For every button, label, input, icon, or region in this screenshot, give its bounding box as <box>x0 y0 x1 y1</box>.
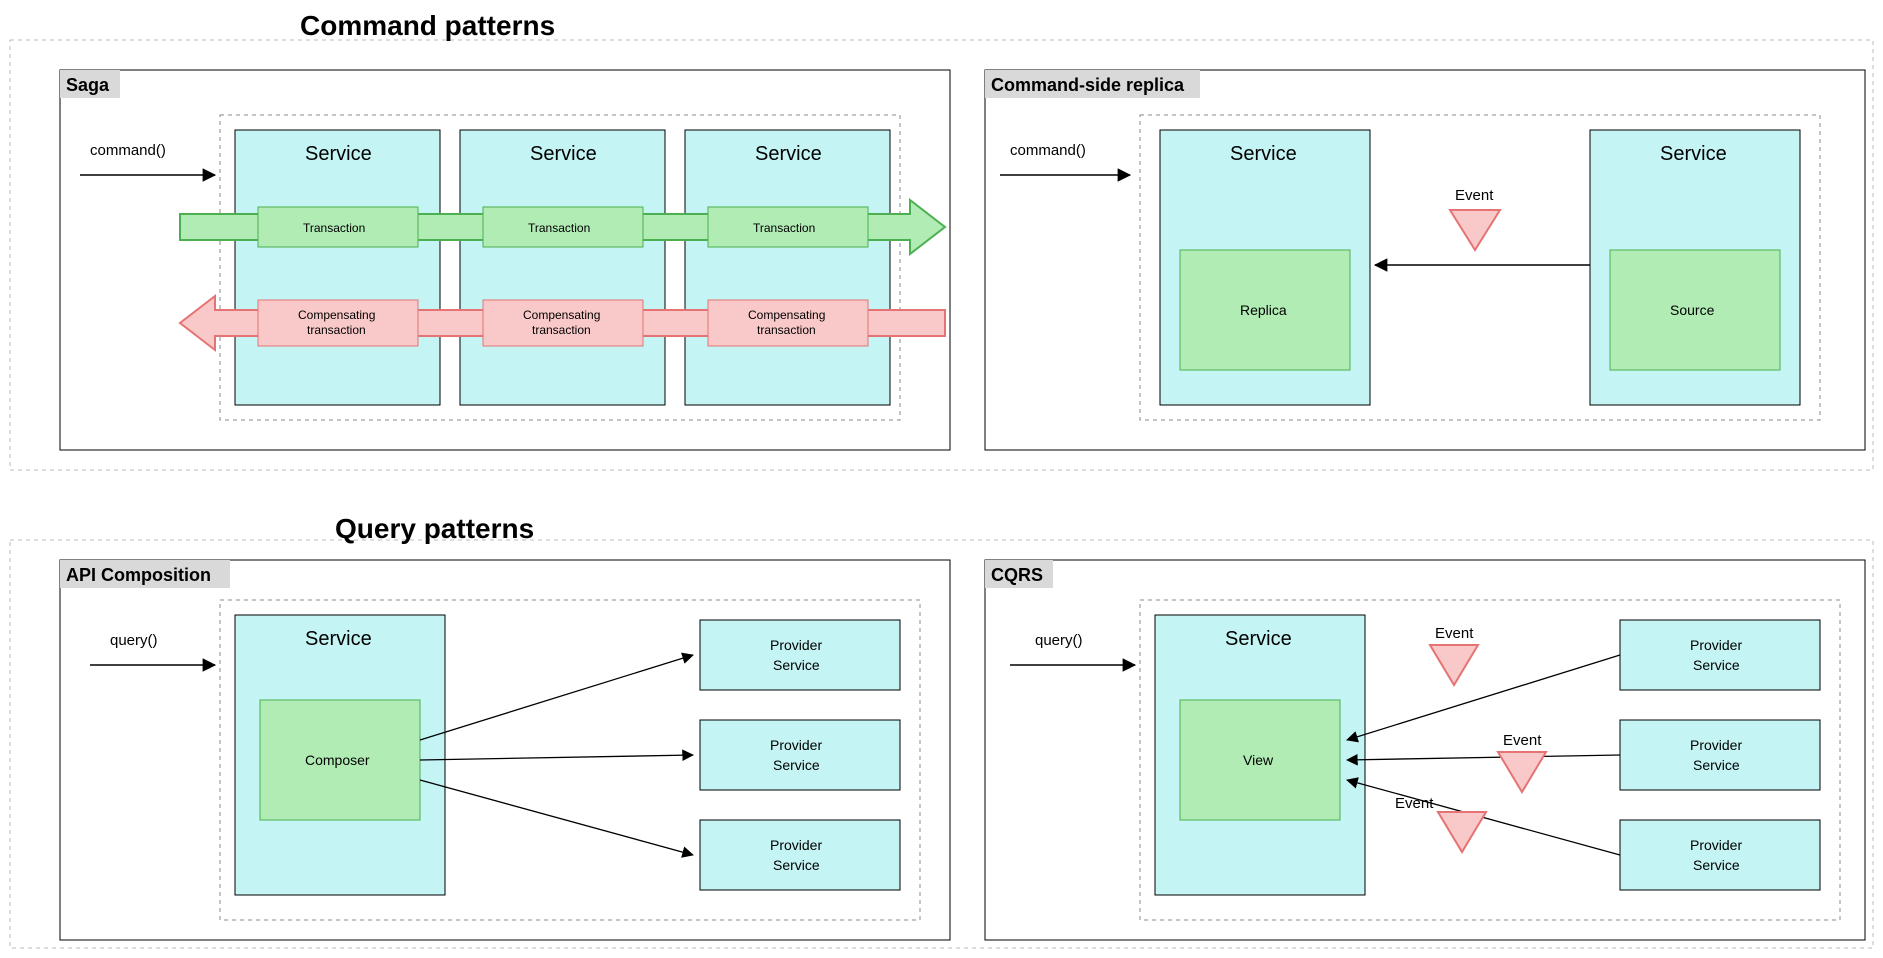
query-patterns-region: Query patterns API Composition query() S… <box>10 513 1873 948</box>
svg-text:Source: Source <box>1670 302 1715 318</box>
csr-service-right: Service Source <box>1590 130 1800 405</box>
saga-transaction-2: Transaction <box>483 207 643 247</box>
svg-text:Provider: Provider <box>770 737 822 753</box>
svg-text:Service: Service <box>755 143 822 165</box>
svg-text:Provider: Provider <box>1690 637 1742 653</box>
svg-text:Provider: Provider <box>770 637 822 653</box>
svg-text:Transaction: Transaction <box>303 221 365 235</box>
svg-text:Service: Service <box>773 757 820 773</box>
svg-text:Service: Service <box>1693 657 1740 673</box>
svg-text:Composer: Composer <box>305 752 370 768</box>
saga-service-1: Service <box>235 130 440 405</box>
svg-text:Replica: Replica <box>1240 302 1287 318</box>
svg-text:Compensating: Compensating <box>298 308 375 322</box>
svg-text:Service: Service <box>773 857 820 873</box>
csr-service-left: Service Replica <box>1160 130 1370 405</box>
cqrs-event-label-3: Event <box>1395 795 1434 812</box>
svg-text:Service: Service <box>1693 757 1740 773</box>
saga-panel: Saga command() Service Service Service <box>60 70 950 450</box>
cqrs-event-label-2: Event <box>1503 732 1542 749</box>
csr-event-label: Event <box>1455 187 1494 204</box>
svg-text:Service: Service <box>530 143 597 165</box>
saga-command-label: command() <box>90 142 166 159</box>
svg-text:Compensating: Compensating <box>523 308 600 322</box>
svg-text:Service: Service <box>1225 628 1292 650</box>
cqrs-provider-3: Provider Service <box>1620 820 1820 890</box>
svg-text:Transaction: Transaction <box>753 221 815 235</box>
saga-compensating-2: Compensating transaction <box>483 300 643 346</box>
csr-panel: Command-side replica command() Service R… <box>985 70 1865 450</box>
svg-text:Service: Service <box>1693 857 1740 873</box>
query-patterns-title: Query patterns <box>335 513 534 544</box>
svg-text:Compensating: Compensating <box>748 308 825 322</box>
svg-text:Provider: Provider <box>770 837 822 853</box>
svg-text:Service: Service <box>305 628 372 650</box>
saga-transaction-3: Transaction <box>708 207 868 247</box>
apicomp-label: API Composition <box>66 565 211 585</box>
cqrs-event-label-1: Event <box>1435 625 1474 642</box>
cqrs-panel: CQRS query() Service View Provider Servi… <box>985 560 1865 940</box>
saga-service-3: Service <box>685 130 890 405</box>
apicomp-query-label: query() <box>110 632 158 649</box>
command-patterns-title: Command patterns <box>300 10 555 41</box>
apicomp-service: Service Composer <box>235 615 445 895</box>
svg-text:Service: Service <box>773 657 820 673</box>
cqrs-provider-1: Provider Service <box>1620 620 1820 690</box>
apicomp-provider-2: Provider Service <box>700 720 900 790</box>
saga-compensating-3: Compensating transaction <box>708 300 868 346</box>
apicomp-panel: API Composition query() Service Composer… <box>60 560 950 940</box>
csr-label: Command-side replica <box>991 75 1185 95</box>
svg-text:transaction: transaction <box>757 323 816 337</box>
apicomp-provider-3: Provider Service <box>700 820 900 890</box>
command-patterns-region: Command patterns Saga command() Service … <box>10 10 1873 470</box>
saga-label: Saga <box>66 75 110 95</box>
svg-text:Transaction: Transaction <box>528 221 590 235</box>
cqrs-label: CQRS <box>991 565 1043 585</box>
cqrs-provider-2: Provider Service <box>1620 720 1820 790</box>
svg-text:Service: Service <box>1660 143 1727 165</box>
cqrs-service: Service View <box>1155 615 1365 895</box>
svg-text:transaction: transaction <box>307 323 366 337</box>
saga-transaction-1: Transaction <box>258 207 418 247</box>
cqrs-query-label: query() <box>1035 632 1083 649</box>
apicomp-provider-1: Provider Service <box>700 620 900 690</box>
svg-text:Service: Service <box>305 143 372 165</box>
csr-command-label: command() <box>1010 142 1086 159</box>
saga-service-2: Service <box>460 130 665 405</box>
svg-text:Provider: Provider <box>1690 837 1742 853</box>
svg-text:Provider: Provider <box>1690 737 1742 753</box>
svg-text:View: View <box>1243 752 1274 768</box>
saga-compensating-1: Compensating transaction <box>258 300 418 346</box>
svg-text:transaction: transaction <box>532 323 591 337</box>
svg-text:Service: Service <box>1230 143 1297 165</box>
